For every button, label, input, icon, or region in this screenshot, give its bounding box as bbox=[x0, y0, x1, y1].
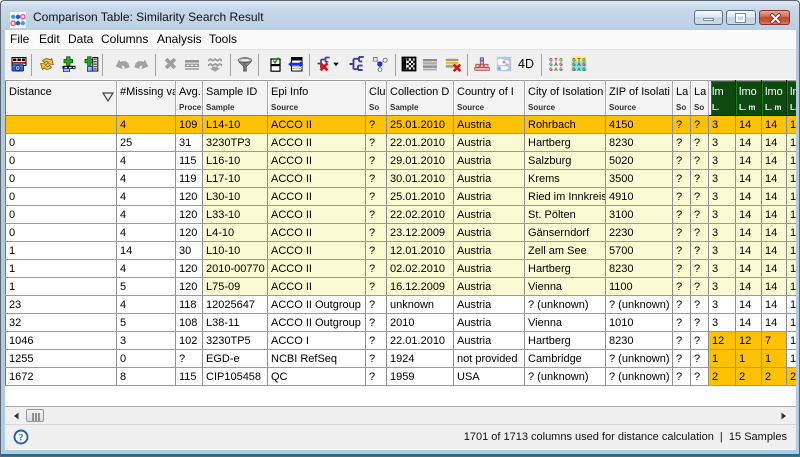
svg-text:?: ? bbox=[19, 433, 24, 443]
svg-text:G: G bbox=[572, 66, 576, 72]
svg-text:G: G bbox=[582, 66, 586, 72]
svg-text:G: G bbox=[549, 66, 553, 72]
svg-text:A: A bbox=[554, 66, 558, 72]
svg-text:G: G bbox=[559, 66, 563, 72]
svg-text:A: A bbox=[577, 66, 581, 72]
